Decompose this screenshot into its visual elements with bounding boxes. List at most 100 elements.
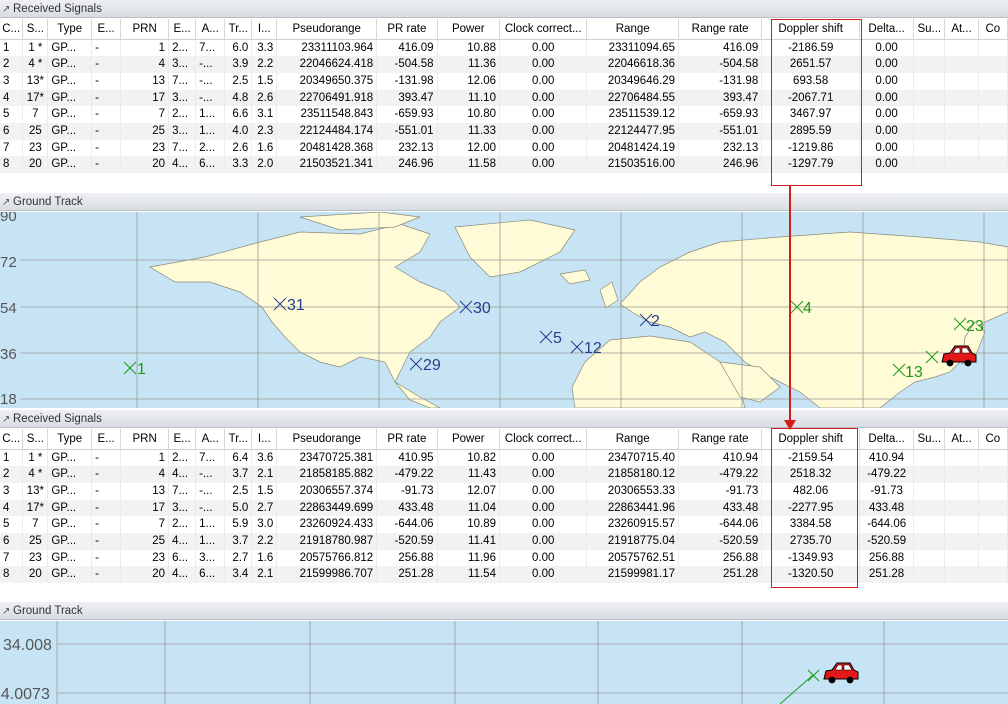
- table-row[interactable]: 6 25 GP... -25 4... 1... 3.7 2.2 21918780.987 -52…: [0, 533, 1008, 550]
- table-row[interactable]: 24 * GP... -4 3... -... 3.9 2.2 22046624.418 -50…: [0, 56, 1008, 73]
- table-cell: 5.0: [224, 499, 253, 517]
- table-row[interactable]: 3 13* GP... -13 7... -... 2.5 1.5 20349650.375 -1…: [0, 72, 1008, 90]
- column-header[interactable]: Co: [978, 19, 1008, 40]
- table-cell: GP...: [47, 566, 93, 584]
- table-cell: 25: [22, 123, 49, 140]
- column-header[interactable]: Clock correct...: [499, 429, 588, 450]
- column-header[interactable]: C...: [0, 19, 24, 40]
- column-header[interactable]: Range: [586, 429, 679, 450]
- table-cell: 2: [0, 466, 24, 483]
- pin-icon[interactable]: ↗: [2, 411, 13, 429]
- column-header[interactable]: Pseudorange: [276, 429, 378, 450]
- ground-track-title-bar-2[interactable]: ↗ Ground Track: [0, 602, 1008, 620]
- received-signals-table-1[interactable]: C... S... Type E... PRN E... A... Tr... I... Pseu…: [0, 19, 1008, 183]
- column-header[interactable]: Su...: [913, 19, 946, 40]
- received-signals-title-bar[interactable]: ↗ Received Signals: [0, 0, 1008, 18]
- column-header[interactable]: Su...: [913, 429, 946, 450]
- table-cell: GP...: [47, 139, 93, 157]
- received-signals-table-2[interactable]: C... S... Type E... PRN E... A... Tr... I... Pseu…: [0, 429, 1008, 591]
- table-cell: [978, 156, 1008, 174]
- table-row[interactable]: 4 17* GP... -17 3... -... 5.0 2.7 22863449.699 43…: [0, 499, 1008, 517]
- table-cell: 7: [120, 106, 170, 124]
- column-header[interactable]: I...: [251, 19, 278, 40]
- column-header[interactable]: At...: [944, 19, 979, 40]
- ground-track-title-bar[interactable]: ↗ Ground Track: [0, 193, 1008, 211]
- column-header[interactable]: E...: [168, 19, 197, 40]
- table-cell: [913, 533, 946, 550]
- ground-track-zoom[interactable]: 34.008 34.0073: [0, 621, 1008, 704]
- table-row[interactable]: 5 7 GP... -7 2... 1... 6.6 3.1 23511548.843 -659.…: [0, 106, 1008, 124]
- table-cell: 3467.97: [761, 106, 861, 124]
- pin-icon[interactable]: ↗: [2, 194, 13, 212]
- table-cell: 3.7: [224, 533, 253, 550]
- table-row[interactable]: 5 7 GP... -7 2... 1... 5.9 3.0 23260924.433 -644.…: [0, 516, 1008, 534]
- table-cell: -1297.79: [761, 156, 861, 174]
- received-signals-title-bar-2[interactable]: ↗ Received Signals: [0, 410, 1008, 428]
- column-header[interactable]: PR rate: [376, 429, 438, 450]
- table-row[interactable]: 11 * GP... -1 2... 7... 6.4 3.6 23470725.381 410…: [0, 449, 1008, 467]
- table-cell: 3.6: [251, 449, 278, 467]
- table-row[interactable]: 8 20 GP... -20 4... 6... 3.4 2.1 21599986.707 251…: [0, 566, 1008, 584]
- column-header[interactable]: PRN: [120, 19, 170, 40]
- pin-icon[interactable]: ↗: [2, 1, 13, 19]
- column-header[interactable]: I...: [251, 429, 278, 450]
- table-cell: 2...: [168, 106, 197, 124]
- column-header[interactable]: PRN: [120, 429, 170, 450]
- table-cell: 2651.57: [761, 56, 861, 73]
- table-cell: 393.47: [678, 89, 763, 107]
- column-header[interactable]: Power: [437, 429, 500, 450]
- column-header[interactable]: E...: [91, 429, 122, 450]
- table-cell: 410.94: [859, 449, 915, 467]
- table-cell: 13: [120, 72, 170, 90]
- column-header[interactable]: Tr...: [224, 429, 253, 450]
- column-header[interactable]: Range rate: [678, 19, 763, 40]
- column-header[interactable]: At...: [944, 429, 979, 450]
- table-row[interactable]: 8 20 GP... -20 4... 6... 3.3 2.0 21503521.341 246…: [0, 156, 1008, 174]
- table-row[interactable]: 3 13* GP... -13 7... -... 2.5 1.5 20306557.374 -9…: [0, 482, 1008, 500]
- world-map[interactable]: 90 72 54 36 18 1 31 29 30 5 12 2 4 23 13: [0, 212, 1008, 408]
- column-header[interactable]: Clock correct...: [499, 19, 588, 40]
- table-row[interactable]: 6 25 GP... -25 3... 1... 4.0 2.3 22124484.174 -55…: [0, 123, 1008, 140]
- table-cell: -504.58: [678, 56, 763, 73]
- column-header[interactable]: PR rate: [376, 19, 438, 40]
- column-header[interactable]: Doppler shift: [761, 429, 861, 450]
- column-header[interactable]: Pseudorange: [276, 19, 378, 40]
- table-cell: 410.95: [376, 449, 438, 467]
- table-cell: 23511539.12: [586, 106, 679, 124]
- column-header[interactable]: E...: [91, 19, 122, 40]
- table-row[interactable]: 11 * GP... -1 2... 7... 6.0 3.3 23311103.964 416…: [0, 39, 1008, 57]
- table-row[interactable]: 24 * GP... -4 4... -... 3.7 2.1 21858185.882 -47…: [0, 466, 1008, 483]
- column-header[interactable]: E...: [168, 429, 197, 450]
- column-header[interactable]: Delta...: [859, 19, 915, 40]
- column-header[interactable]: Power: [437, 19, 500, 40]
- table-cell: 0.00: [499, 566, 588, 584]
- table-cell: GP...: [47, 56, 93, 73]
- table-cell: 1: [120, 39, 170, 57]
- column-header[interactable]: S...: [22, 19, 49, 40]
- column-header[interactable]: Type: [47, 429, 93, 450]
- column-header[interactable]: C...: [0, 429, 24, 450]
- column-header[interactable]: A...: [195, 429, 226, 450]
- svg-text:23: 23: [966, 318, 984, 335]
- table-cell: GP...: [47, 482, 93, 500]
- column-header[interactable]: Doppler shift: [761, 19, 861, 40]
- table-cell: 2895.59: [761, 123, 861, 140]
- table-cell: 410.94: [678, 449, 763, 467]
- column-header[interactable]: Co: [978, 429, 1008, 450]
- table-row[interactable]: 7 23 GP... -23 6... 3... 2.7 1.6 20575766.812 256…: [0, 549, 1008, 567]
- column-header[interactable]: Range rate: [678, 429, 763, 450]
- table-cell: 11.43: [437, 466, 500, 483]
- column-header[interactable]: Delta...: [859, 429, 915, 450]
- column-header[interactable]: Type: [47, 19, 93, 40]
- table-cell: -: [91, 566, 122, 584]
- column-header[interactable]: Range: [586, 19, 679, 40]
- column-header[interactable]: S...: [22, 429, 49, 450]
- table-row[interactable]: 7 23 GP... -23 7... 2... 2.6 1.6 20481428.368 232…: [0, 139, 1008, 157]
- column-header[interactable]: Tr...: [224, 19, 253, 40]
- column-header[interactable]: A...: [195, 19, 226, 40]
- pin-icon[interactable]: ↗: [2, 603, 13, 621]
- table-cell: 1.5: [251, 482, 278, 500]
- table-row[interactable]: 4 17* GP... -17 3... -... 4.8 2.6 22706491.918 39…: [0, 89, 1008, 107]
- lat-label: 36: [0, 346, 17, 363]
- table-cell: 3.0: [251, 516, 278, 534]
